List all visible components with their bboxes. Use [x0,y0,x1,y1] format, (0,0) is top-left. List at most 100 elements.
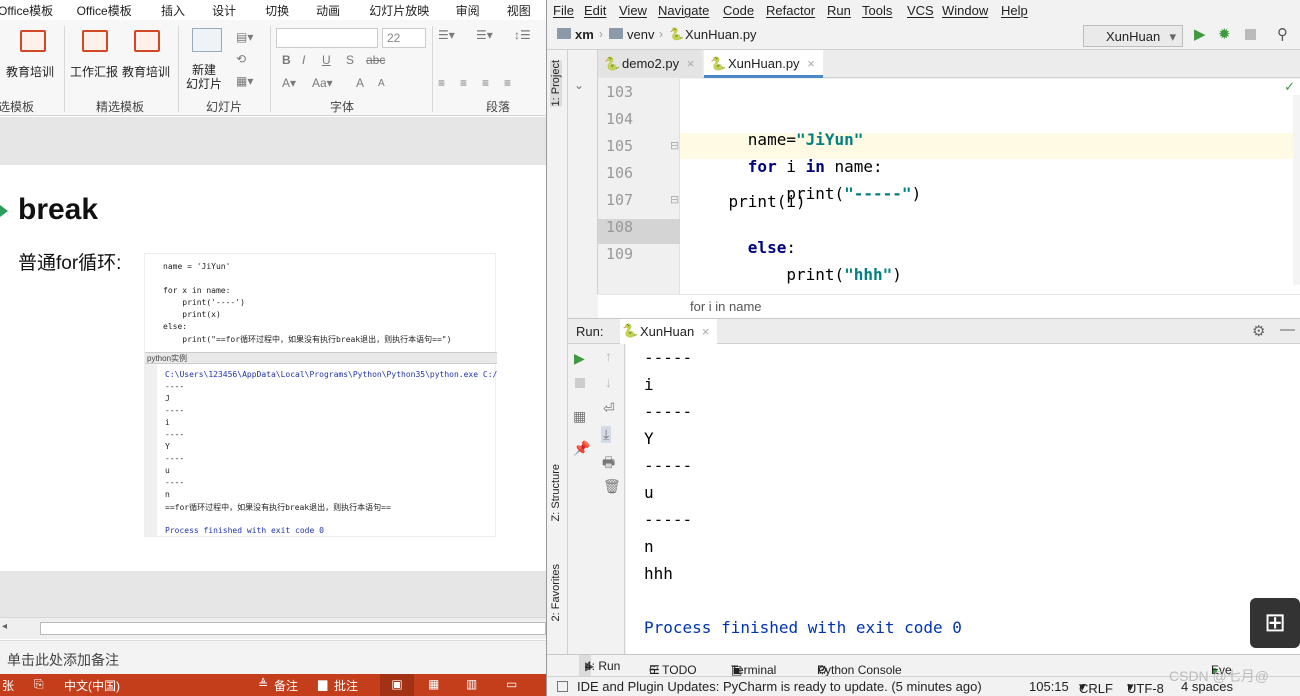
slideshow-icon[interactable]: ▭ [506,677,517,691]
minimize-icon[interactable]: — [1280,321,1295,338]
align-right-icon[interactable]: ≡ [482,76,489,90]
close-icon[interactable]: × [807,56,815,71]
normal-view-icon[interactable]: ▣ [380,674,414,696]
ppt-tab[interactable]: 视图 [507,0,546,20]
shadow-icon[interactable]: S [346,53,354,67]
up-arrow-icon[interactable]: ↑ [605,348,612,364]
menu-view[interactable]: View [619,3,647,18]
soft-wrap-icon[interactable]: ⏎ [603,400,615,417]
section-icon[interactable]: ▦▾ [236,74,253,88]
code-editor[interactable]: name="JiYun" for i in name: print("-----… [680,79,1300,294]
comments-icon[interactable]: ▆ [318,677,327,691]
code-breadcrumb[interactable]: for i in name [598,294,1300,318]
tab-demo2[interactable]: 🐍 demo2.py × [598,50,703,78]
notes-placeholder[interactable]: 单击此处添加备注 [7,650,119,670]
notes-toggle-button[interactable]: 备注 [274,677,298,694]
menu-file[interactable]: File [553,3,574,18]
run-tab[interactable]: 🐍 XunHuan × [620,319,718,344]
font-size-select[interactable]: 22 [382,28,426,48]
chevron-down-icon[interactable]: ⌄ [574,78,584,92]
italic-icon[interactable]: I [302,53,305,67]
reading-view-icon[interactable]: ▥ [466,677,477,691]
run-console[interactable]: ----- i ----- Y ----- u ----- n hhh Proc… [626,344,1300,654]
run-icon[interactable]: ▶ [1194,25,1206,43]
fold-icon[interactable]: ⊟ [670,139,679,152]
ppt-tab[interactable]: 动画 [316,0,369,20]
numbering-icon[interactable]: ☰▾ [476,28,493,42]
language-label[interactable]: 中文(中国) [64,677,120,694]
close-icon[interactable]: × [687,56,695,71]
spellcheck-icon[interactable]: ⎘ [34,677,44,692]
breadcrumb-venv[interactable]: venv [627,27,654,42]
edu-training-button[interactable]: 教育培训 [122,63,170,80]
slide-subtitle[interactable]: 普通for循环: [18,248,121,275]
justify-icon[interactable]: ≡ [504,76,511,90]
run-tool-tab[interactable]: ▶ 4: Run [579,655,620,676]
tab-xunhuan[interactable]: 🐍 XunHuan.py × [704,50,823,78]
underline-icon[interactable]: U [322,53,331,67]
align-left-icon[interactable]: ≡ [438,76,445,90]
code-line-107[interactable]: print(i) [690,192,806,211]
fold-icon[interactable]: ⊟ [670,193,679,206]
ppt-tab[interactable]: 审阅 [456,0,507,20]
layout-icon[interactable]: ▦ [573,408,586,425]
menu-tools[interactable]: Tools [862,3,892,18]
ppt-tab[interactable]: 切换 [265,0,316,20]
close-icon[interactable]: × [702,324,710,339]
menu-refactor[interactable]: Refactor [766,3,815,18]
menu-navigate[interactable]: Navigate [658,3,709,18]
print-icon[interactable]: 🖶 [602,452,615,476]
down-arrow-icon[interactable]: ↓ [605,374,612,390]
ppt-tab[interactable]: 幻灯片放映 [369,0,455,20]
ppt-tab[interactable]: Office模板 [0,0,77,20]
project-tool-tab[interactable]: 1: Project [550,60,562,107]
add-note-button[interactable]: ⊞ [1250,598,1300,648]
debug-icon[interactable]: ✹ [1218,25,1231,43]
breadcrumb-root[interactable]: xm [575,27,594,42]
breadcrumb-file[interactable]: XunHuan.py [685,27,757,42]
edu-template-button[interactable]: 教育培训 [6,63,54,80]
code-screenshot-image[interactable]: name = 'JiYun' for x in name: print('---… [144,253,497,537]
search-icon[interactable]: ⚲ [1277,25,1288,43]
bold-icon[interactable]: B [282,53,291,67]
scroll-left-arrow-icon[interactable]: ◂ [2,621,7,632]
shrink-font-icon[interactable]: A [378,78,385,89]
caret-position[interactable]: 105:15 [1029,679,1069,694]
menu-run[interactable]: Run [827,3,851,18]
scroll-to-end-icon[interactable]: ⤓ [601,426,612,443]
run-config-select[interactable]: XunHuan ▾ [1083,25,1183,47]
ppt-tab[interactable]: 插入 [161,0,212,20]
editor-scrollbar[interactable] [1293,95,1300,285]
rerun-icon[interactable]: ▶ [574,350,585,367]
ppt-tab[interactable]: Office模板 [77,0,161,20]
comments-button[interactable]: 批注 [334,677,358,694]
menu-window[interactable]: Window [942,3,988,18]
slide-canvas[interactable]: break 普通for循环: name = 'JiYun' for x in n… [0,165,546,571]
line-spacing-icon[interactable]: ↕☰ [514,28,531,42]
scroll-thumb[interactable] [40,622,546,635]
work-report-button[interactable]: 工作汇报 [70,63,118,80]
gear-icon[interactable]: ⚙ [1252,322,1265,340]
horizontal-scrollbar[interactable]: ◂ [0,617,546,639]
favorites-tool-tab[interactable]: 2: Favorites [550,564,562,621]
menu-code[interactable]: Code [723,3,754,18]
slide-title[interactable]: break [18,193,98,227]
font-color-icon[interactable]: A▾ [282,76,296,90]
menu-vcs[interactable]: VCS [907,3,934,18]
slide-sorter-icon[interactable]: ▦ [428,677,439,691]
notes-pane[interactable]: 单击此处添加备注 [0,640,546,674]
status-square-icon[interactable] [557,681,568,692]
line-separator[interactable]: CRLF ▾ [1079,679,1113,696]
reset-icon[interactable]: ⟲ [236,52,246,66]
grow-font-icon[interactable]: A [356,76,364,90]
new-slide-button[interactable]: 新建 幻灯片 [186,63,222,91]
trash-icon[interactable]: 🗑 [603,478,621,495]
structure-tool-tab[interactable]: Z: Structure [550,464,562,521]
inspection-ok-icon[interactable]: ✓ [1284,79,1295,95]
align-center-icon[interactable]: ≡ [460,76,467,90]
notes-toggle-icon[interactable]: ≜ [258,677,268,691]
ppt-tab[interactable]: 设计 [212,0,265,20]
font-family-select[interactable] [276,28,378,48]
strikethrough-icon[interactable]: abc [366,53,385,67]
file-encoding[interactable]: UTF-8 ▾ [1127,679,1164,696]
